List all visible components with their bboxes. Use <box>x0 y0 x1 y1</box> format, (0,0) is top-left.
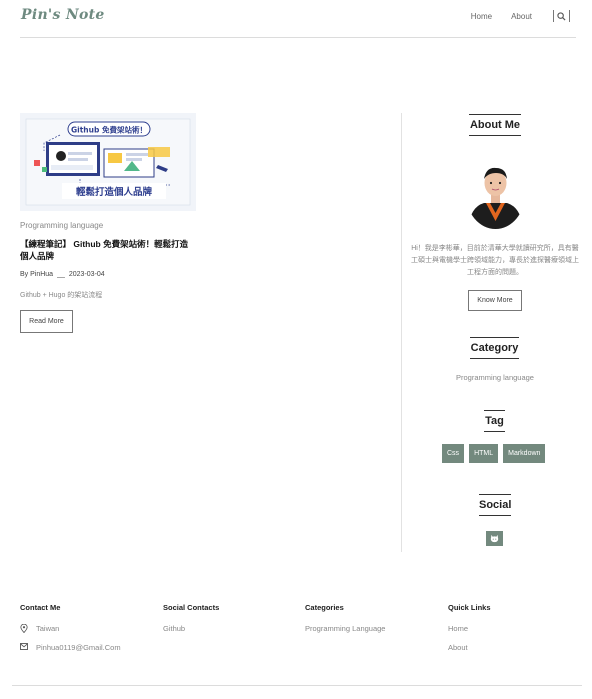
footer-home-link[interactable]: Home <box>448 624 468 633</box>
post-author: By PinHua <box>20 271 54 278</box>
footer-social: Social Contacts Github <box>163 603 219 643</box>
about-heading: About Me <box>469 114 521 136</box>
avatar <box>466 159 525 229</box>
footer-category-link[interactable]: Programming Language <box>305 624 385 633</box>
tag-heading: Tag <box>484 410 505 432</box>
tag-heading-text: Tag <box>485 415 504 427</box>
about-description: Hi！我是李彬華，目前於清華大學就讀研究所，具有醫工碩士與電機學士跨領域能力，專… <box>411 245 579 276</box>
footer-location: Taiwan <box>20 624 121 643</box>
post-title[interactable]: 【練程筆記】 Github 免費架站術！輕鬆打造個人品牌 <box>20 238 196 262</box>
footer-category-item[interactable]: Programming Language <box>305 624 385 643</box>
footer-quick-link-about[interactable]: About <box>448 643 491 662</box>
footer-email-link[interactable]: Pinhua0119@Gmail.Com <box>36 643 121 652</box>
social-heading: Social <box>479 494 512 516</box>
sidebar-divider <box>401 113 402 552</box>
footer-social-heading: Social Contacts <box>163 603 220 612</box>
footer-quick-links-heading: Quick Links <box>448 603 491 612</box>
read-more-button[interactable]: Read More <box>20 310 73 333</box>
footer-contact: Contact Me Taiwan Pinhua0119@Gmail.Com <box>20 603 121 662</box>
thumbnail-title: Github 免費架站術！ <box>71 125 147 135</box>
main-nav: Home About <box>471 10 570 22</box>
tag-list: Css HTML Markdown <box>442 444 546 463</box>
footer-categories-heading: Categories <box>305 603 344 612</box>
footer-location-text: Taiwan <box>36 624 60 633</box>
mail-icon <box>20 643 28 650</box>
footer-github-link[interactable]: Github <box>163 624 185 633</box>
category-heading-text: Category <box>470 342 519 354</box>
social-heading-text: Social <box>479 499 512 511</box>
know-more-button[interactable]: Know More <box>468 290 522 311</box>
footer-quick-link-home[interactable]: Home <box>448 624 491 643</box>
footer-social-link-github[interactable]: Github <box>163 624 219 643</box>
footer-about-link[interactable]: About <box>448 643 468 652</box>
social-github-button[interactable] <box>486 531 503 546</box>
site-header: Pin's Note Home About <box>20 0 576 38</box>
tag-markdown[interactable]: Markdown <box>503 444 546 463</box>
nav-home-link[interactable]: Home <box>471 12 492 21</box>
post-thumbnail-illustration: Github 免費架站術！ 輕鬆打造個人品牌 <box>20 113 196 211</box>
tag-html[interactable]: HTML <box>469 444 499 463</box>
footer-contact-heading: Contact Me <box>20 603 61 612</box>
tag-css[interactable]: Css <box>442 444 465 463</box>
post-excerpt: Github + Hugo 的架站流程 <box>20 292 103 299</box>
search-icon <box>557 11 566 21</box>
search-button[interactable] <box>553 10 570 22</box>
post-meta: By PinHua __ 2023-03-04 <box>20 271 105 278</box>
category-heading: Category <box>470 337 519 359</box>
footer-divider <box>12 685 582 686</box>
github-icon <box>490 534 499 543</box>
nav-about-link[interactable]: About <box>511 12 532 21</box>
site-logo[interactable]: Pin's Note <box>21 7 105 23</box>
post-thumbnail[interactable]: Github 免費架站術！ 輕鬆打造個人品牌 <box>20 113 196 211</box>
footer-email: Pinhua0119@Gmail.Com <box>20 643 121 662</box>
thumbnail-subtitle: 輕鬆打造個人品牌 <box>76 186 153 198</box>
post-meta-separator: __ <box>57 271 65 278</box>
post-category[interactable]: Programming language <box>20 221 103 230</box>
location-pin-icon <box>20 624 28 633</box>
sidebar-category-item[interactable]: Programming language <box>410 373 580 382</box>
avatar-portrait <box>466 159 525 229</box>
footer-categories: Categories Programming Language <box>305 603 385 643</box>
post-date: 2023-03-04 <box>68 271 105 278</box>
footer-quick-links: Quick Links Home About <box>448 603 491 662</box>
about-heading-text: About Me <box>469 119 521 131</box>
